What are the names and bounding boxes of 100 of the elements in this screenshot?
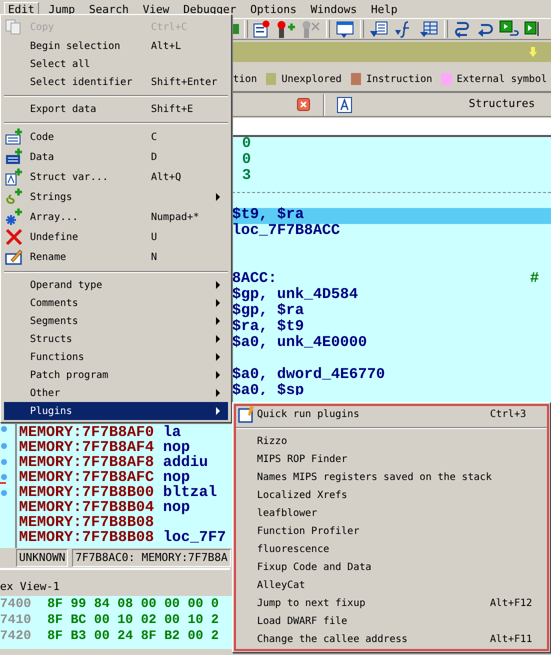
menu-item[interactable]: Code C (4, 127, 228, 147)
structure-icon[interactable] (337, 96, 352, 112)
menu-item[interactable]: Begin selection Alt+L (4, 37, 228, 55)
shortcut-text: U (151, 230, 158, 244)
code-text: $t9, $ra (232, 206, 304, 223)
submenu-arrow-icon (216, 317, 220, 325)
window-icon[interactable] (335, 20, 355, 38)
breakpoint-list-icon[interactable] (253, 20, 271, 38)
address-text: MEMORY:7F7B8AF4 (19, 439, 154, 456)
menu-item[interactable]: MIPS ROP Finder (235, 450, 548, 468)
legend-label: External symbol (456, 72, 547, 86)
menu-item[interactable]: Names MIPS registers saved on the stack (235, 468, 548, 486)
menu-item[interactable]: View (138, 2, 174, 16)
breakpoint-add-icon[interactable] (276, 20, 296, 38)
gutter-marks-drawing (0, 425, 8, 497)
menu-item[interactable]: Array... Numpad+* (4, 207, 228, 227)
submenu-arrow-icon (216, 281, 220, 289)
submenu-arrow-icon (216, 353, 220, 361)
menu-item[interactable]: Comments (4, 294, 228, 312)
menu-item[interactable]: Undefine U (4, 227, 228, 247)
menu-item[interactable]: Select all (4, 55, 228, 73)
menu-item[interactable]: Operand type (4, 276, 228, 294)
shortcut-text: Shift+E (151, 102, 194, 116)
shortcut-text: Ctrl+3 (490, 408, 526, 422)
run-to-cursor-icon[interactable] (524, 20, 540, 38)
shortcut-text: Alt+F12 (490, 596, 532, 610)
menu-item[interactable]: Jump (44, 2, 79, 16)
instruction-text: loc_7F7 (163, 529, 226, 546)
shortcut-text: C (151, 130, 158, 144)
menu-item[interactable]: Jump to next fixup Alt+F12 (235, 594, 548, 612)
menu-item[interactable]: Load DWARF file (235, 612, 548, 630)
menu-item[interactable]: Strings (4, 187, 228, 207)
instruction-text: addiu (163, 454, 208, 471)
code-text: loc_7F7B8ACC (232, 222, 340, 239)
menu-item[interactable]: fluorescence (235, 540, 548, 558)
instruction-text: bltzal (163, 484, 218, 501)
menu-item[interactable]: Help (366, 2, 402, 16)
code-text: $gp, unk_4D584 (232, 286, 358, 303)
code-text: $ra, $t9 (232, 318, 304, 335)
menu-item[interactable]: Structs (4, 330, 228, 348)
close-icon[interactable] (297, 98, 310, 111)
menu-item[interactable]: Struct var... Alt+Q (4, 167, 228, 187)
tab-title[interactable]: Structures (468, 96, 535, 113)
code-icon (5, 128, 23, 146)
submenu-arrow-icon (216, 389, 220, 397)
menu-item[interactable]: Quick run plugins Ctrl+3 (235, 405, 548, 423)
menu-item[interactable]: Search (85, 2, 133, 16)
step-into-icon[interactable] (499, 20, 519, 38)
hex-bytes: 8F B3 00 24 8F B2 00 2 (46, 628, 219, 643)
code-text: $a0, unk_4E0000 (232, 334, 368, 351)
menu-item[interactable]: Functions (4, 348, 228, 366)
legend-label: Unexplored (281, 72, 342, 86)
menu-item[interactable]: Localized Xrefs (235, 486, 548, 504)
menu-item[interactable]: Options (246, 2, 301, 16)
menu-item[interactable]: Plugins (4, 402, 228, 420)
instruction-text: nop (163, 499, 190, 516)
instruction-text: la (163, 424, 182, 441)
comment-text: # (530, 272, 540, 286)
menu-item[interactable]: Rizzo (235, 432, 548, 450)
menu-item[interactable]: Other (4, 384, 228, 402)
toolbar-icon[interactable] (233, 21, 239, 37)
menu-item[interactable]: Segments (4, 312, 228, 330)
shortcut-text: Alt+L (151, 40, 182, 54)
menu-item[interactable]: Debugger (179, 2, 240, 16)
menu-item[interactable]: leafblower (235, 504, 548, 522)
menu-item[interactable]: Export data Shift+E (4, 100, 228, 118)
menu-item[interactable]: Change the callee address Alt+F11 (235, 630, 548, 648)
menu-item[interactable]: Fixup Code and Data (235, 558, 548, 576)
code-text: 0 (241, 151, 252, 168)
submenu-arrow-icon (216, 335, 220, 343)
code-text: 0 (241, 135, 252, 152)
address-text: MEMORY:7F7B8AF0 (19, 424, 154, 441)
grid-down-icon[interactable] (419, 20, 439, 38)
menu-item[interactable]: Data D (4, 147, 228, 167)
hex-bytes: 8F BC 00 10 02 00 10 2 (46, 612, 219, 627)
shortcut-text: N (151, 250, 158, 264)
address-text: MEMORY:7F7B8AF8 (19, 454, 154, 471)
menu-item[interactable]: Windows (306, 2, 361, 16)
menu-item[interactable]: Patch program (4, 366, 228, 384)
code-text: $a0, dword_4E6770 (232, 366, 386, 383)
shortcut-text: Alt+F11 (490, 632, 532, 646)
list-down-icon[interactable] (369, 20, 389, 38)
menu-item[interactable]: Function Profiler (235, 522, 548, 540)
menu-item[interactable]: AlleyCat (235, 576, 548, 594)
instruction-text: nop (163, 469, 190, 486)
shortcut-text: Shift+Enter (151, 76, 218, 90)
submenu-arrow-icon (216, 299, 220, 307)
rename-icon (5, 248, 23, 266)
menu-item[interactable]: Select identifier Shift+Enter (4, 73, 228, 91)
shortcut-text: Numpad+* (151, 210, 200, 224)
plugin-icon (238, 405, 256, 423)
menu-item[interactable]: Rename N (4, 247, 228, 267)
hex-bytes: 8F 99 84 08 00 00 00 0 (46, 596, 219, 611)
loop-arrow-icon[interactable] (453, 20, 471, 38)
address-text: MEMORY:7F7B8B08 (19, 529, 154, 546)
address-text: MEMORY:7F7B8B00 (19, 484, 154, 501)
address-text: MEMORY:7F7B8B04 (19, 499, 154, 516)
code-text: 8ACC: (232, 270, 278, 287)
down-arrow-icon (529, 47, 537, 57)
address-text: MEMORY:7F7B8B08 (19, 514, 154, 531)
